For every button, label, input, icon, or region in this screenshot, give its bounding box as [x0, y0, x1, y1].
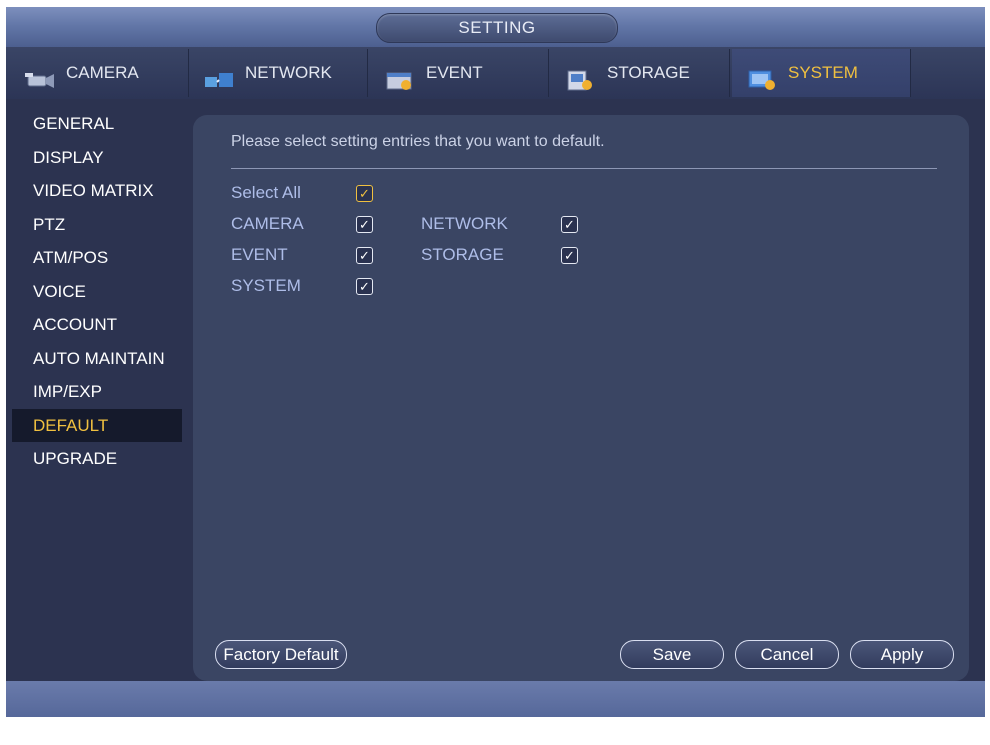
checkmark-icon: ✓ [564, 217, 575, 232]
sidebar-item-account[interactable]: ACCOUNT [12, 308, 182, 342]
checkmark-icon: ✓ [359, 217, 370, 232]
checkmark-icon: ✓ [359, 186, 370, 201]
title-bar: SETTING [6, 7, 985, 47]
select-all-label: Select All [231, 183, 301, 202]
default-settings-panel: Please select setting entries that you w… [193, 115, 969, 681]
sidebar-item-ptz[interactable]: PTZ [12, 208, 182, 242]
camera-icon [24, 62, 58, 88]
checkmark-icon: ✓ [564, 248, 575, 263]
sidebar-item-imp-exp[interactable]: IMP/EXP [12, 375, 182, 409]
tab-system-label: SYSTEM [788, 63, 858, 82]
sidebar-item-auto-maintain[interactable]: AUTO MAINTAIN [12, 342, 182, 376]
system-option-label: SYSTEM [231, 276, 301, 295]
sidebar-menu: GENERAL DISPLAY VIDEO MATRIX PTZ ATM/POS… [12, 107, 182, 476]
camera-checkbox[interactable]: ✓ [356, 216, 373, 233]
tab-network[interactable]: NETWORK [189, 49, 368, 97]
event-option-label: EVENT [231, 245, 288, 264]
sidebar-item-video-matrix[interactable]: VIDEO MATRIX [12, 174, 182, 208]
system-icon [746, 62, 780, 90]
sidebar-item-general[interactable]: GENERAL [12, 107, 182, 141]
network-icon [203, 62, 237, 87]
tab-network-label: NETWORK [245, 63, 332, 82]
tab-camera-label: CAMERA [66, 63, 139, 82]
sidebar-item-default[interactable]: DEFAULT [12, 408, 182, 442]
event-checkbox[interactable]: ✓ [356, 247, 373, 264]
network-checkbox[interactable]: ✓ [561, 216, 578, 233]
network-option-label: NETWORK [421, 214, 508, 233]
storage-icon [565, 62, 599, 91]
window-title: SETTING [376, 13, 618, 43]
event-icon [384, 62, 418, 90]
bottom-bar [6, 681, 985, 717]
sidebar-item-display[interactable]: DISPLAY [12, 141, 182, 175]
camera-option-label: CAMERA [231, 214, 304, 233]
settings-window: SETTING CAMERA NETWORK EVENT STORAGE SYS… [6, 7, 985, 717]
cancel-button[interactable]: Cancel [735, 640, 839, 669]
storage-option-label: STORAGE [421, 245, 504, 264]
tab-event-label: EVENT [426, 63, 483, 82]
default-prompt-text: Please select setting entries that you w… [231, 133, 605, 150]
tab-camera[interactable]: CAMERA [10, 49, 189, 97]
tab-event[interactable]: EVENT [370, 49, 549, 97]
main-tab-bar: CAMERA NETWORK EVENT STORAGE SYSTEM [6, 47, 985, 99]
checkmark-icon: ✓ [359, 279, 370, 294]
factory-default-button[interactable]: Factory Default [215, 640, 347, 669]
sidebar-item-atm-pos[interactable]: ATM/POS [12, 241, 182, 275]
storage-checkbox[interactable]: ✓ [561, 247, 578, 264]
sidebar-item-upgrade[interactable]: UPGRADE [12, 442, 182, 476]
save-button[interactable]: Save [620, 640, 724, 669]
checkmark-icon: ✓ [359, 248, 370, 263]
tab-storage-label: STORAGE [607, 63, 690, 82]
sidebar-item-voice[interactable]: VOICE [12, 275, 182, 309]
apply-button[interactable]: Apply [850, 640, 954, 669]
tab-storage[interactable]: STORAGE [551, 49, 730, 97]
system-checkbox[interactable]: ✓ [356, 278, 373, 295]
select-all-checkbox[interactable]: ✓ [356, 185, 373, 202]
divider [231, 168, 937, 169]
tab-system[interactable]: SYSTEM [732, 49, 911, 97]
